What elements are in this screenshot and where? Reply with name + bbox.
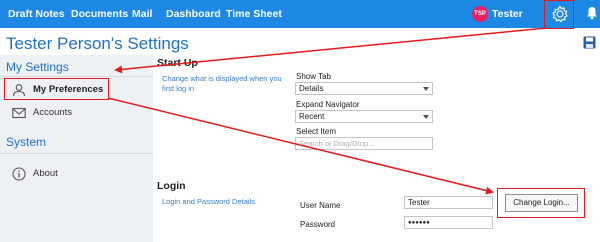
login-description: Login and Password Details xyxy=(162,197,255,206)
username-field-label: User Name xyxy=(300,201,341,210)
select-item-label: Select Item xyxy=(296,127,337,136)
expand-navigator-value: Recent xyxy=(299,112,325,121)
select-item-input[interactable]: Search or Drag/Drop... xyxy=(295,137,433,150)
annotation-box-my-preferences xyxy=(4,78,109,100)
bell-icon xyxy=(587,7,597,20)
expand-navigator-label: Expand Navigator xyxy=(296,100,360,109)
sidebar-item-accounts[interactable]: Accounts xyxy=(0,102,153,124)
divider xyxy=(0,153,153,154)
top-nav-bar: Draft Notes Documents Mail Dashboard Tim… xyxy=(0,0,600,28)
notifications-button[interactable] xyxy=(586,6,598,20)
nav-link-documents[interactable]: Documents xyxy=(71,8,128,20)
nav-link-dashboard[interactable]: Dashboard xyxy=(166,8,221,20)
username-field[interactable]: Tester xyxy=(404,196,493,209)
annotation-box-change-login xyxy=(497,188,585,218)
info-icon xyxy=(12,167,26,181)
nav-link-draft-notes[interactable]: Draft Notes xyxy=(8,8,65,20)
save-icon xyxy=(583,36,596,49)
page-title: Tester Person's Settings xyxy=(6,34,189,53)
nav-link-time-sheet[interactable]: Time Sheet xyxy=(226,8,282,20)
show-tab-label: Show Tab xyxy=(296,72,331,81)
username-label[interactable]: Tester xyxy=(492,8,523,20)
sidebar-item-about[interactable]: About xyxy=(0,163,153,185)
sidebar-heading-my-settings: My Settings xyxy=(6,60,69,74)
chevron-down-icon xyxy=(423,87,429,91)
show-tab-select[interactable]: Details xyxy=(295,82,433,95)
show-tab-value: Details xyxy=(299,84,324,93)
sidebar-item-label: Accounts xyxy=(33,107,73,118)
annotation-box-settings xyxy=(544,0,574,29)
section-title-login: Login xyxy=(157,180,186,192)
avatar[interactable]: TSP xyxy=(472,6,488,22)
save-button[interactable] xyxy=(583,36,596,49)
nav-link-mail[interactable]: Mail xyxy=(132,8,152,20)
password-field-value: ●●●●●● xyxy=(408,220,430,226)
expand-navigator-select[interactable]: Recent xyxy=(295,110,433,123)
password-field-label: Password xyxy=(300,220,336,229)
divider xyxy=(0,76,153,77)
select-item-placeholder: Search or Drag/Drop... xyxy=(299,139,375,148)
username-field-value: Tester xyxy=(408,198,430,207)
section-title-startup: Start Up xyxy=(157,57,198,69)
sidebar-heading-system: System xyxy=(6,135,47,149)
mail-icon xyxy=(12,107,26,119)
sidebar-item-label: About xyxy=(33,168,58,179)
password-field[interactable]: ●●●●●● xyxy=(404,216,493,229)
chevron-down-icon xyxy=(423,115,429,119)
startup-description: Change what is displayed when you first … xyxy=(162,74,282,93)
